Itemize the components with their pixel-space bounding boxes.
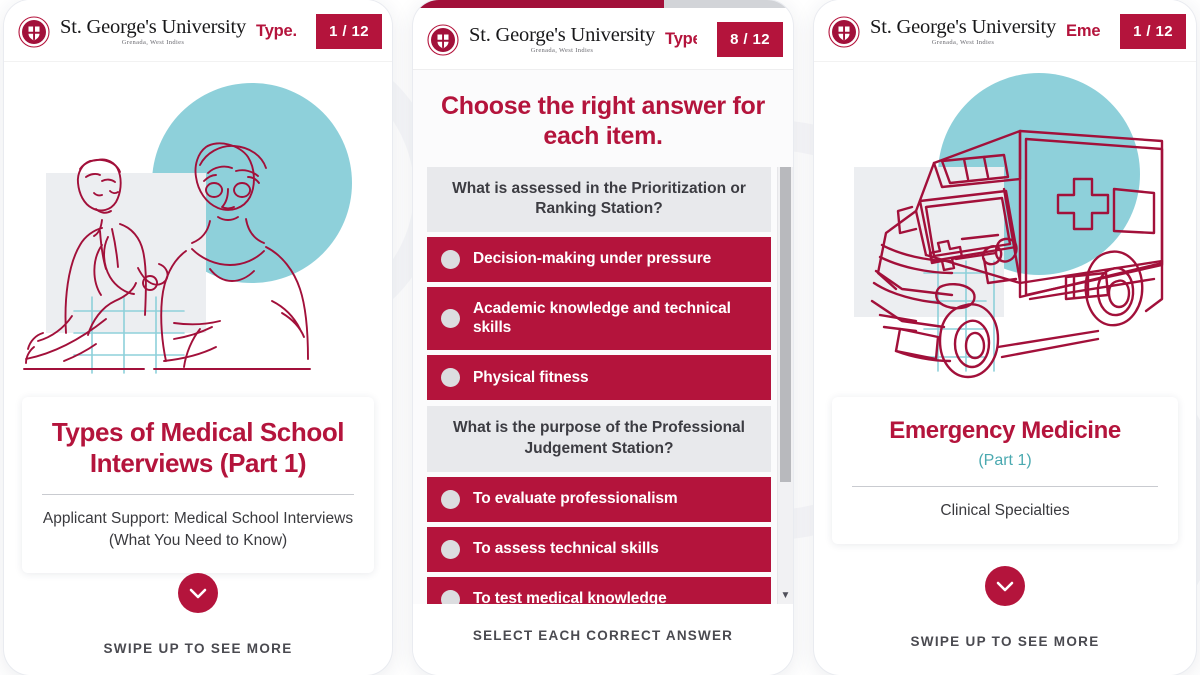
- radio-icon[interactable]: [441, 368, 460, 388]
- deck-title-3[interactable]: Eme...: [1066, 22, 1100, 41]
- card-counter-2: 8 / 12: [717, 22, 783, 57]
- radio-icon[interactable]: [441, 539, 460, 559]
- crosshatch-grid: [73, 296, 185, 374]
- shield-crest-icon: [18, 15, 50, 48]
- shield-crest-icon: [828, 15, 860, 48]
- card-stage: St. George's University Grenada, West In…: [0, 0, 1200, 675]
- two-people-at-desk-illustration: [4, 61, 392, 391]
- deck-heading-3: Emergency Medicine: [889, 417, 1121, 444]
- answer-option-label: To evaluate professionalism: [473, 489, 678, 507]
- answer-option-label: Decision-making under pressure: [473, 250, 712, 268]
- progress-fill: [413, 0, 664, 8]
- deck-heading-1: Types of Medical School Interviews (Part…: [51, 417, 345, 478]
- brand-name: St. George's University: [469, 23, 656, 46]
- shield-crest-icon: [427, 23, 459, 56]
- question-block: What is the purpose of the Professional …: [427, 406, 771, 604]
- answer-option[interactable]: Decision-making under pressure: [427, 237, 771, 283]
- flashcard-1: St. George's University Grenada, West In…: [4, 0, 392, 675]
- card-counter-1: 1 / 12: [316, 14, 382, 49]
- brand-lockup: St. George's University Grenada, West In…: [469, 23, 656, 55]
- quiz-scroll-area: What is assessed in the Prioritization o…: [413, 167, 793, 604]
- scrollbar-thumb[interactable]: [780, 167, 791, 482]
- brand-subtitle: Grenada, West Indies: [121, 39, 185, 46]
- progress-track: [413, 0, 793, 8]
- brand-name: St. George's University: [60, 15, 247, 38]
- brand-name: St. George's University: [870, 15, 1057, 38]
- title-card-1: Types of Medical School Interviews (Part…: [22, 397, 374, 574]
- brand-subtitle: Grenada, West Indies: [530, 47, 594, 54]
- question-text: What is assessed in the Prioritization o…: [427, 167, 771, 233]
- quiz-scrollbar[interactable]: ▼: [777, 167, 793, 604]
- swipe-hint-1: SWIPE UP TO SEE MORE: [103, 641, 293, 657]
- card-footer-3: SWIPE UP TO SEE MORE: [814, 566, 1196, 675]
- answer-option-label: Physical fitness: [473, 368, 589, 386]
- crosshatch-grid: [923, 260, 995, 372]
- answer-option-label: To test medical knowledge: [473, 589, 667, 604]
- card-header-3: St. George's University Grenada, West In…: [814, 0, 1196, 61]
- answer-option[interactable]: To test medical knowledge: [427, 576, 771, 604]
- deck-part-3: (Part 1): [978, 452, 1032, 470]
- question-block: What is assessed in the Prioritization o…: [427, 167, 771, 401]
- quiz-prompt: Choose the right answer for each item.: [413, 69, 793, 167]
- card-footer-2: SELECT EACH CORRECT ANSWER: [413, 604, 793, 675]
- flashcard-2-quiz: St. George's University Grenada, West In…: [413, 0, 793, 675]
- answer-option[interactable]: Academic knowledge and technical skills: [427, 287, 771, 351]
- chevron-down-icon[interactable]: [178, 573, 218, 614]
- title-card-3: Emergency Medicine (Part 1) Clinical Spe…: [832, 397, 1178, 544]
- answer-option[interactable]: Physical fitness: [427, 355, 771, 401]
- card-header-1: St. George's University Grenada, West In…: [4, 0, 392, 61]
- card-counter-3: 1 / 12: [1120, 14, 1186, 49]
- answer-option[interactable]: To assess technical skills: [427, 526, 771, 572]
- deck-subtitle-3: Clinical Specialties: [940, 502, 1070, 520]
- divider-3: [852, 486, 1158, 488]
- deck-title-1[interactable]: Type...: [256, 22, 296, 41]
- answer-option-label: Academic knowledge and technical skills: [473, 300, 731, 336]
- brand-subtitle: Grenada, West Indies: [931, 39, 995, 46]
- brand-lockup: St. George's University Grenada, West In…: [60, 15, 247, 47]
- answer-option-label: To assess technical skills: [473, 539, 659, 557]
- radio-icon[interactable]: [441, 309, 460, 329]
- radio-icon[interactable]: [441, 250, 460, 270]
- answer-option[interactable]: To evaluate professionalism: [427, 476, 771, 522]
- quiz-hint: SELECT EACH CORRECT ANSWER: [472, 628, 734, 643]
- divider-1: [42, 494, 354, 496]
- radio-icon[interactable]: [441, 489, 460, 509]
- deck-subtitle-1: Applicant Support: Medical School Interv…: [42, 510, 354, 549]
- question-text: What is the purpose of the Professional …: [427, 406, 771, 472]
- swipe-hint-3: SWIPE UP TO SEE MORE: [910, 634, 1100, 649]
- radio-icon[interactable]: [441, 589, 460, 604]
- quiz-question-list: What is assessed in the Prioritization o…: [427, 167, 777, 604]
- flashcard-3: St. George's University Grenada, West In…: [814, 0, 1196, 675]
- card-header-2: St. George's University Grenada, West In…: [413, 8, 793, 69]
- card-footer-1: SWIPE UP TO SEE MORE: [4, 573, 392, 675]
- chevron-down-icon[interactable]: [985, 566, 1025, 606]
- ambulance-illustration: [814, 61, 1196, 391]
- deck-title-2[interactable]: Type...: [665, 30, 697, 49]
- chevron-down-small-icon[interactable]: ▼: [778, 591, 793, 601]
- brand-lockup: St. George's University Grenada, West In…: [870, 15, 1057, 47]
